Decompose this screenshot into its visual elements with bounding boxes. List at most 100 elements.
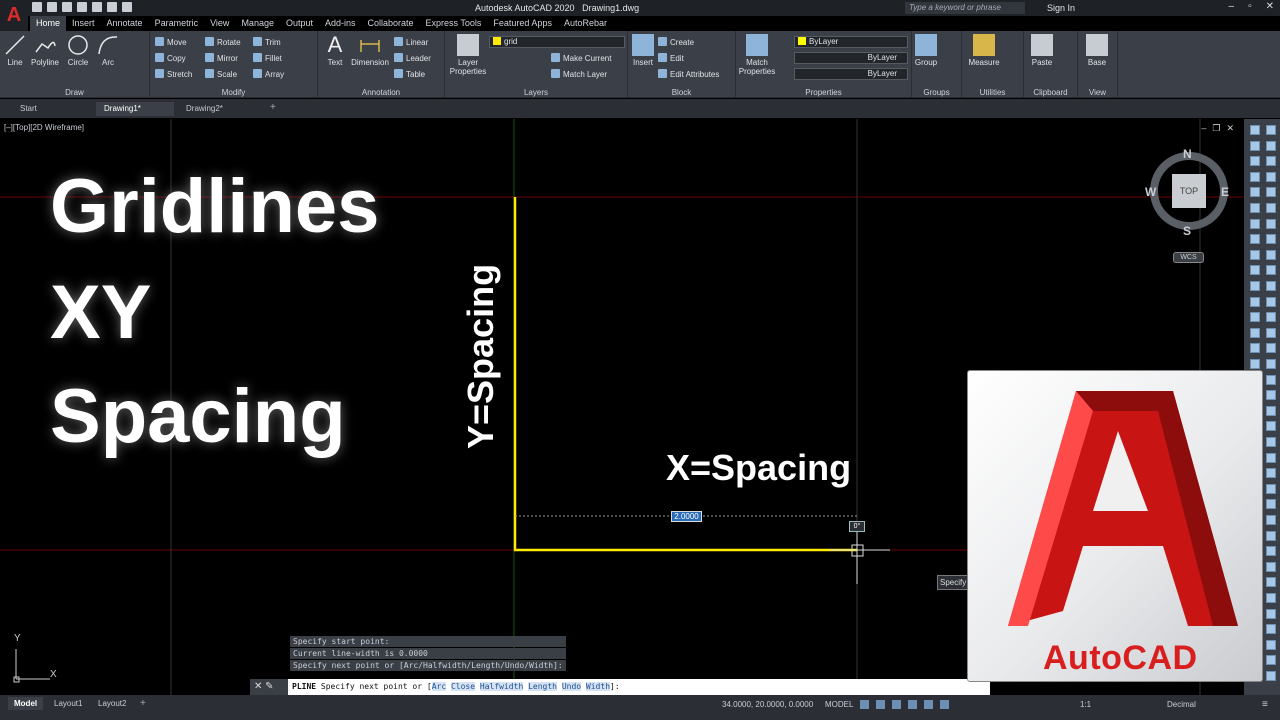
text-button[interactable]: A Text <box>324 34 346 68</box>
polyline-button[interactable]: Polyline <box>29 34 61 67</box>
palette-tool-icon[interactable] <box>1266 171 1276 182</box>
edit-attributes-button[interactable]: Edit Attributes <box>658 69 719 79</box>
option-width[interactable]: Width <box>585 682 611 691</box>
palette-tool-icon[interactable] <box>1266 608 1276 619</box>
palette-tool-icon[interactable] <box>1266 452 1276 463</box>
palette-tool-icon[interactable] <box>1266 249 1276 260</box>
palette-tool-icon[interactable] <box>1250 265 1260 276</box>
palette-tool-icon[interactable] <box>1250 171 1260 182</box>
tab-express-tools[interactable]: Express Tools <box>420 16 488 31</box>
palette-tool-icon[interactable] <box>1250 156 1260 167</box>
application-menu-button[interactable]: A <box>0 0 28 32</box>
palette-tool-icon[interactable] <box>1250 296 1260 307</box>
palette-tool-icon[interactable] <box>1250 203 1260 213</box>
palette-tool-icon[interactable] <box>1250 234 1260 245</box>
close-icon[interactable]: ✕ <box>1226 123 1234 134</box>
tab-model[interactable]: Model <box>8 697 44 710</box>
palette-tool-icon[interactable] <box>1266 639 1276 650</box>
palette-tool-icon[interactable] <box>1266 343 1276 354</box>
palette-tool-icon[interactable] <box>1250 187 1260 198</box>
palette-tool-icon[interactable] <box>1250 312 1260 323</box>
dynamic-angle-input[interactable]: 0° <box>849 521 865 532</box>
palette-tool-icon[interactable] <box>1266 312 1276 323</box>
annotation-panel-title[interactable]: Annotation <box>318 88 444 97</box>
match-layer-button[interactable]: Match Layer <box>551 69 607 79</box>
modify-panel-title[interactable]: Modify <box>150 88 317 97</box>
minimize-icon[interactable]: – <box>1229 1 1235 12</box>
palette-tool-icon[interactable] <box>1266 561 1276 572</box>
utilities-panel-title[interactable]: Utilities <box>962 88 1023 97</box>
compass-south[interactable]: S <box>1183 224 1191 238</box>
undo-icon[interactable] <box>107 2 117 12</box>
tab-output[interactable]: Output <box>280 16 319 31</box>
make-current-button[interactable]: Make Current <box>551 53 611 63</box>
line-button[interactable]: Line <box>4 34 26 67</box>
palette-tool-icon[interactable] <box>1266 655 1276 666</box>
add-layout-icon[interactable]: + <box>140 698 146 709</box>
restore-icon[interactable]: ❐ <box>1212 123 1220 134</box>
command-line[interactable]: ✕ ✎ PLINE Specify next point or [Arc Clo… <box>250 679 990 695</box>
palette-tool-icon[interactable] <box>1266 577 1276 588</box>
move-button[interactable]: Move <box>155 37 187 47</box>
draw-panel-title[interactable]: Draw <box>0 88 149 97</box>
layers-panel-title[interactable]: Layers <box>445 88 627 97</box>
save-icon[interactable] <box>62 2 72 12</box>
ortho-toggle-icon[interactable] <box>892 700 901 709</box>
palette-tool-icon[interactable] <box>1266 265 1276 276</box>
palette-tool-icon[interactable] <box>1266 405 1276 416</box>
block-panel-title[interactable]: Block <box>628 88 735 97</box>
color-dropdown[interactable]: ByLayer <box>794 36 908 48</box>
palette-tool-icon[interactable] <box>1266 437 1276 447</box>
palette-tool-icon[interactable] <box>1266 593 1276 603</box>
palette-tool-icon[interactable] <box>1266 156 1276 167</box>
tab-layout2[interactable]: Layout2 <box>92 697 132 710</box>
group-button[interactable]: Group <box>914 34 938 67</box>
create-block-button[interactable]: Create <box>658 37 694 47</box>
option-arc[interactable]: Arc <box>431 682 447 691</box>
palette-tool-icon[interactable] <box>1266 499 1276 510</box>
dimension-button[interactable]: Dimension <box>350 34 390 67</box>
snap-toggle-icon[interactable] <box>876 700 885 709</box>
maximize-icon[interactable]: ▫ <box>1248 1 1252 12</box>
fillet-button[interactable]: Fillet <box>253 53 282 63</box>
tab-manage[interactable]: Manage <box>235 16 280 31</box>
lineweight-dropdown[interactable]: ByLayer <box>794 68 908 80</box>
sign-in-button[interactable]: Sign In <box>1047 3 1075 13</box>
compass-west[interactable]: W <box>1145 185 1156 199</box>
option-halfwidth[interactable]: Halfwidth <box>479 682 524 691</box>
isodraft-toggle-icon[interactable] <box>924 700 933 709</box>
copy-button[interactable]: Copy <box>155 53 186 63</box>
tab-annotate[interactable]: Annotate <box>101 16 149 31</box>
tab-featured-apps[interactable]: Featured Apps <box>487 16 558 31</box>
base-button[interactable]: Base <box>1084 34 1110 67</box>
measure-button[interactable]: Measure <box>966 34 1002 67</box>
palette-tool-icon[interactable] <box>1250 281 1260 291</box>
edit-block-button[interactable]: Edit <box>658 53 684 63</box>
palette-tool-icon[interactable] <box>1250 327 1260 338</box>
option-length[interactable]: Length <box>528 682 557 691</box>
palette-tool-icon[interactable] <box>1266 483 1276 494</box>
palette-tool-icon[interactable] <box>1266 187 1276 198</box>
linear-button[interactable]: Linear <box>394 37 428 47</box>
compass-east[interactable]: E <box>1221 185 1229 199</box>
annotation-scale[interactable]: 1:1 <box>1080 700 1091 709</box>
rotate-button[interactable]: Rotate <box>205 37 241 47</box>
tab-drawing2[interactable]: Drawing2* <box>178 102 260 116</box>
table-button[interactable]: Table <box>394 69 425 79</box>
insert-button[interactable]: Insert <box>630 34 656 67</box>
new-icon[interactable] <box>32 2 42 12</box>
mirror-button[interactable]: Mirror <box>205 53 238 63</box>
viewport-label[interactable]: [–][Top][2D Wireframe] <box>4 123 84 132</box>
palette-tool-icon[interactable] <box>1250 125 1260 135</box>
units-dropdown[interactable]: Decimal <box>1167 700 1196 709</box>
match-properties-button[interactable]: Match Properties <box>738 34 776 76</box>
search-input[interactable]: Type a keyword or phrase <box>905 2 1025 14</box>
paste-button[interactable]: Paste <box>1028 34 1056 67</box>
viewcube-top-face[interactable]: TOP <box>1172 174 1206 208</box>
palette-tool-icon[interactable] <box>1266 125 1276 135</box>
open-icon[interactable] <box>47 2 57 12</box>
palette-tool-icon[interactable] <box>1266 390 1276 401</box>
coordinate-readout[interactable]: 34.0000, 20.0000, 0.0000 <box>722 700 813 709</box>
tab-start[interactable]: Start <box>12 102 45 116</box>
palette-tool-icon[interactable] <box>1266 359 1276 369</box>
